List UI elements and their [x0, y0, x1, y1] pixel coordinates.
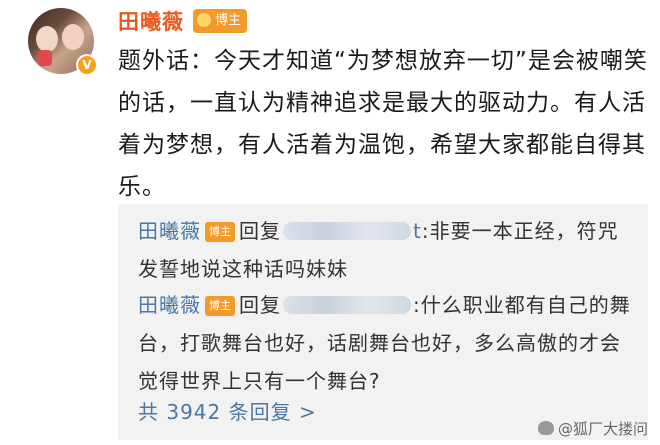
blurred-username: [283, 296, 411, 314]
weibo-logo-icon: [537, 421, 554, 435]
reply-target-partial: t: [413, 219, 422, 243]
avatar-face: [36, 26, 58, 52]
reply-box: 田曦薇 博主 回复 t:非要一本正经，符咒发誓地说这种话吗妹妹 田曦薇 博主 回复:什么职…: [118, 204, 648, 440]
verified-icon: V: [78, 56, 96, 74]
blogger-badge: 博主: [193, 9, 248, 33]
reply-item[interactable]: 田曦薇 博主 回复 t:非要一本正经，符咒发誓地说这种话吗妹妹: [138, 212, 638, 288]
crown-icon: [197, 13, 211, 27]
verified-badge: V: [76, 54, 98, 76]
blogger-tag: 博主: [205, 222, 235, 242]
watermark: @狐厂大搂问: [537, 418, 648, 439]
reply-item[interactable]: 田曦薇 博主 回复:什么职业都有自己的舞台，打歌舞台也好，话剧舞台也好，多么高傲的才…: [138, 286, 638, 400]
avatar-face: [62, 24, 84, 50]
reply-author-name[interactable]: 田曦薇: [138, 219, 201, 243]
watermark-text: @狐厂大搂问: [557, 420, 648, 438]
blurred-username: [283, 222, 411, 240]
blogger-tag: 博主: [205, 296, 235, 316]
avatar-cup: [38, 50, 52, 66]
reply-author-name[interactable]: 田曦薇: [138, 293, 201, 317]
reply-word: 回复: [239, 219, 281, 243]
reply-word: 回复: [239, 293, 281, 317]
view-all-replies-link[interactable]: 共 3942 条回复 >: [138, 396, 317, 425]
post-text: 题外话：今天才知道“为梦想放弃一切”是会被嘲笑的话，一直认为精神追求是最大的驱动…: [118, 48, 648, 200]
blogger-badge-label: 博主: [215, 13, 242, 28]
post-author-name[interactable]: 田曦薇: [118, 6, 184, 36]
